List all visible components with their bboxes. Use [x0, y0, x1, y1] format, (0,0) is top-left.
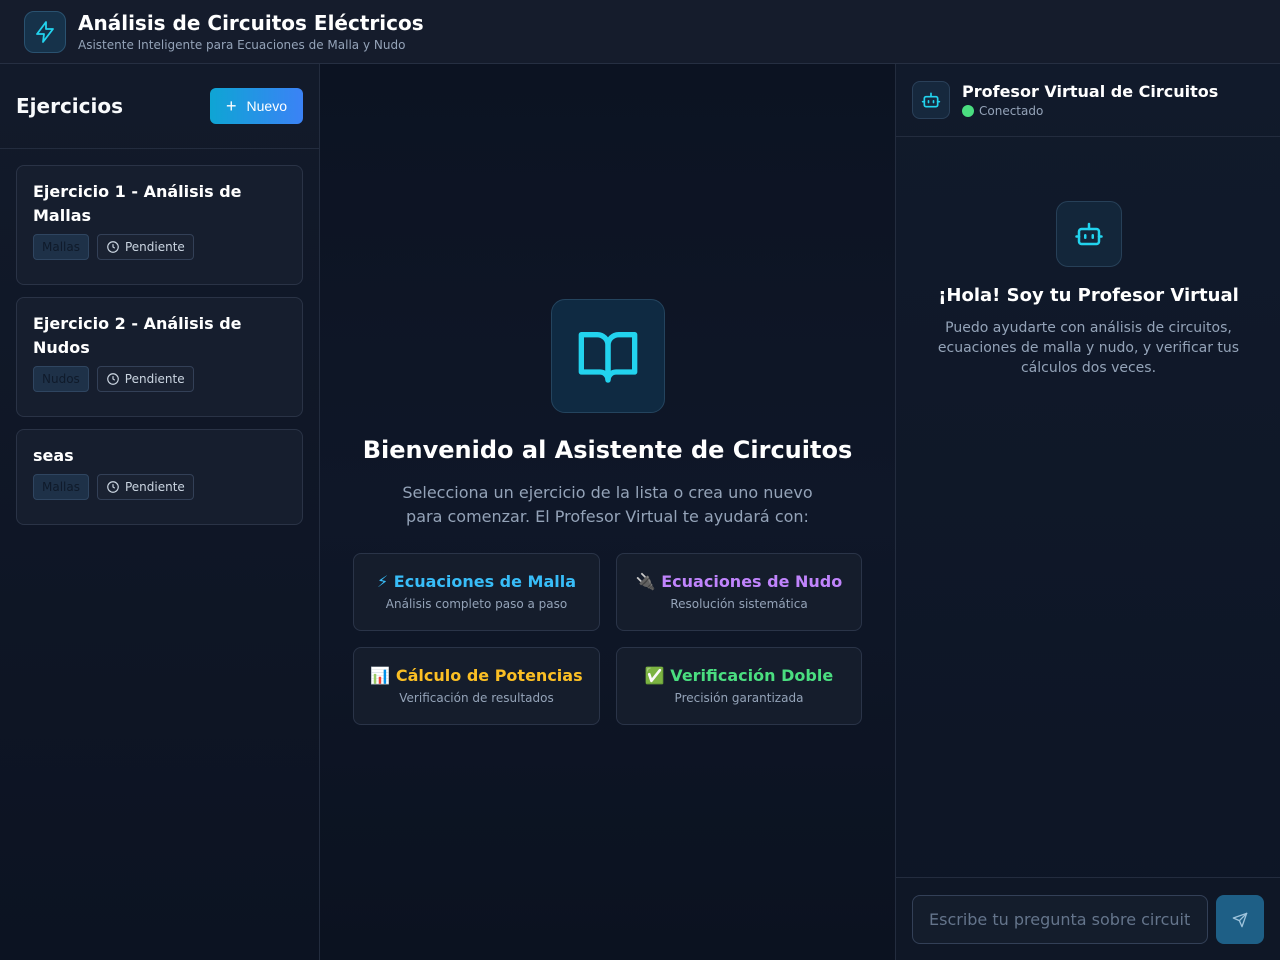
feature-card-node: 🔌 Ecuaciones de Nudo Resolución sistemát…	[616, 553, 862, 631]
chat-title: Profesor Virtual de Circuitos	[962, 82, 1219, 101]
clock-icon	[107, 481, 119, 493]
feature-title: 🔌 Ecuaciones de Nudo	[635, 572, 843, 591]
chat-input-bar	[896, 877, 1280, 960]
clock-icon	[107, 241, 119, 253]
exercise-card[interactable]: Ejercicio 1 - Análisis de Mallas Mallas …	[16, 165, 303, 285]
bot-icon	[912, 81, 950, 119]
book-open-icon	[551, 299, 665, 413]
feature-card-verification: ✅ Verificación Doble Precisión garantiza…	[616, 647, 862, 725]
status-text: Pendiente	[124, 372, 185, 386]
feature-description: Precisión garantizada	[674, 691, 804, 705]
exercise-title: Ejercicio 1 - Análisis de Mallas	[33, 182, 242, 225]
feature-description: Resolución sistemática	[670, 597, 808, 611]
chat-panel: Profesor Virtual de Circuitos Conectado …	[895, 64, 1280, 960]
exercise-card[interactable]: Ejercicio 2 - Análisis de Nudos Nudos Pe…	[16, 297, 303, 417]
welcome-description: Selecciona un ejercicio de la lista o cr…	[402, 483, 813, 526]
exercise-title: Ejercicio 2 - Análisis de Nudos	[33, 314, 242, 357]
status-badge: Pendiente	[96, 234, 194, 260]
exercise-type-badge: Mallas	[33, 234, 89, 260]
connection-status: Conectado	[962, 104, 1218, 118]
send-icon	[1232, 912, 1248, 927]
feature-description: Verificación de resultados	[399, 691, 554, 705]
exercise-card[interactable]: seas Mallas Pendiente	[16, 429, 303, 525]
exercise-list: Ejercicio 1 - Análisis de Mallas Mallas …	[0, 149, 319, 553]
lightning-icon	[24, 10, 66, 53]
chat-header: Profesor Virtual de Circuitos Conectado	[896, 64, 1280, 137]
app-header: Análisis de Circuitos Eléctricos Asisten…	[0, 0, 1280, 64]
status-badge: Pendiente	[96, 366, 194, 392]
exercise-sidebar: Ejercicios + Nuevo Ejercicio 1 - Análisi…	[0, 64, 320, 960]
greeting-text: Puedo ayudarte con análisis de circuitos…	[937, 320, 1240, 376]
exercise-title: seas	[33, 446, 74, 465]
bot-icon	[1056, 201, 1122, 267]
chat-message-input[interactable]	[912, 895, 1208, 944]
exercise-type-badge: Nudos	[33, 366, 89, 392]
status-text: Pendiente	[124, 240, 185, 254]
new-exercise-button[interactable]: + Nuevo	[210, 88, 303, 124]
new-exercise-label: Nuevo	[246, 98, 287, 114]
plus-icon: +	[226, 96, 237, 116]
feature-title: ⚡ Ecuaciones de Malla	[376, 572, 577, 591]
feature-title: ✅ Verificación Doble	[644, 666, 834, 685]
greeting-title: ¡Hola! Soy tu Profesor Virtual	[938, 285, 1239, 306]
exercise-type-badge: Mallas	[33, 474, 89, 500]
feature-card-power: 📊 Cálculo de Potencias Verificación de r…	[353, 647, 600, 725]
welcome-panel: Bienvenido al Asistente de Circuitos Sel…	[320, 64, 895, 960]
app-subtitle: Asistente Inteligente para Ecuaciones de…	[78, 37, 406, 52]
status-text: Pendiente	[124, 480, 185, 494]
feature-description: Análisis completo paso a paso	[385, 597, 568, 611]
sidebar-title: Ejercicios	[16, 94, 124, 118]
clock-icon	[106, 373, 119, 385]
welcome-title: Bienvenido al Asistente de Circuitos	[362, 436, 853, 464]
feature-title: 📊 Cálculo de Potencias	[370, 666, 583, 685]
feature-card-mesh: ⚡ Ecuaciones de Malla Análisis completo …	[353, 553, 600, 631]
connection-status-text: Conectado	[979, 104, 1044, 118]
status-dot-icon	[962, 105, 974, 117]
status-badge: Pendiente	[96, 474, 194, 500]
app-title: Análisis de Circuitos Eléctricos	[78, 10, 424, 35]
send-button[interactable]	[1216, 895, 1264, 944]
